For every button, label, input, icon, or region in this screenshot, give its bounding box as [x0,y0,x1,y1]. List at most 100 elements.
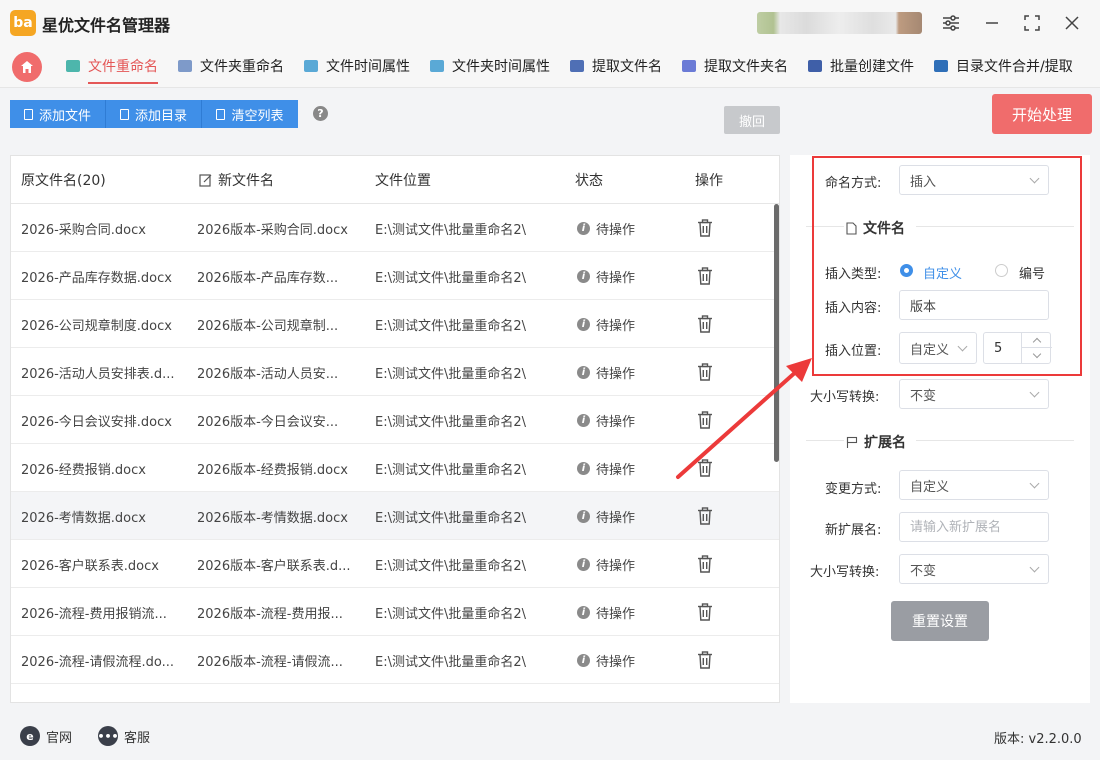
cell-action [697,396,713,444]
header-location: 文件位置 [375,173,431,189]
browser-icon: e [20,726,40,746]
change-method-select[interactable]: 自定义 [899,470,1049,500]
new-extension-input[interactable] [899,512,1049,542]
cell-new-name: 2026版本-产品库存数... [197,270,339,286]
cell-status: i 待操作 [577,300,635,348]
tab-folder-time[interactable]: 文件夹时间属性 [430,44,550,88]
change-method-label: 变更方式: [825,482,882,497]
naming-method-select[interactable]: 插入 [899,165,1049,195]
stepper-up-button[interactable] [1022,333,1052,348]
undo-button[interactable]: 撤回 [724,106,780,134]
divider [806,226,844,227]
trash-icon[interactable] [697,363,713,381]
cell-action [697,540,713,588]
settings-panel: 命名方式: 插入 文件名 插入类型: 自定义 编号 插入内容: 插入位置: 自定… [790,155,1090,703]
clear-list-button[interactable]: 清空列表 [202,100,298,128]
scrollbar-thumb[interactable] [774,204,779,462]
reset-settings-button[interactable]: 重置设置 [891,601,989,641]
table-row[interactable]: 2026-采购合同.docx 2026版本-采购合同.docx E:\测试文件\批量… [11,204,779,252]
tab-extract-foldername[interactable]: 提取文件夹名 [682,44,788,88]
merge-extract-icon [934,60,948,72]
info-icon: i [577,221,590,235]
case-convert-select[interactable]: 不变 [899,379,1049,409]
add-directory-button[interactable]: 添加目录 [106,100,202,128]
cell-action [697,492,713,540]
cell-original-name: 2026-流程-费用报销流... [21,606,167,622]
maximize-icon[interactable] [1019,10,1045,36]
cell-original-name: 2026-活动人员安排表.d... [21,366,175,382]
table-body: 2026-采购合同.docx 2026版本-采购合同.docx E:\测试文件\批量… [11,204,779,684]
info-icon: i [577,317,590,331]
cell-action [697,588,713,636]
trash-icon[interactable] [697,219,713,237]
insert-content-label: 插入内容: [825,301,882,316]
add-file-button[interactable]: 添加文件 [10,100,106,128]
radio-number[interactable] [995,264,1008,277]
user-avatar[interactable] [757,12,922,34]
table-row[interactable]: 2026-考情数据.docx 2026版本-考情数据.docx E:\测试文件\批量… [11,492,779,540]
trash-icon[interactable] [697,315,713,333]
trash-icon[interactable] [697,459,713,477]
cell-status: i 待操作 [577,252,635,300]
stepper-down-button[interactable] [1022,348,1052,363]
tab-merge-extract[interactable]: 目录文件合并/提取 [934,44,1073,88]
tab-folder-rename[interactable]: 文件夹重命名 [178,44,284,88]
trash-icon[interactable] [697,411,713,429]
trash-icon[interactable] [697,555,713,573]
trash-icon[interactable] [697,603,713,621]
table-row[interactable]: 2026-今日会议安排.docx 2026版本-今日会议安... E:\测试文件\批… [11,396,779,444]
info-icon: i [577,365,590,379]
tab-file-time[interactable]: 文件时间属性 [304,44,410,88]
header-new-name: 新文件名 [199,156,274,204]
settings-sliders-icon[interactable] [938,10,964,36]
trash-icon[interactable] [697,267,713,285]
radio-custom[interactable] [900,264,913,277]
cell-action [697,252,713,300]
table-row[interactable]: 2026-经费报销.docx 2026版本-经费报销.docx E:\测试文件\批量… [11,444,779,492]
cell-new-name: 2026版本-考情数据.docx [197,510,348,526]
table-row[interactable]: 2026-公司规章制度.docx 2026版本-公司规章制... E:\测试文件\批… [11,300,779,348]
chevron-down-icon [1029,478,1040,489]
cell-new-name: 2026版本-采购合同.docx [197,222,348,238]
cell-action [697,204,713,252]
cell-action [697,636,713,684]
insert-content-input[interactable] [899,290,1049,320]
chevron-down-icon [1029,387,1040,398]
table-scrollbar[interactable] [774,204,779,694]
tab-extract-filename[interactable]: 提取文件名 [570,44,662,88]
trash-icon[interactable] [697,507,713,525]
start-processing-button[interactable]: 开始处理 [992,94,1092,134]
insert-position-stepper[interactable]: 5 [983,332,1052,364]
website-link[interactable]: e 官网 [20,726,72,746]
trash-icon[interactable] [697,651,713,669]
new-extension-label: 新扩展名: [825,523,882,538]
table-header: 原文件名(20) 新文件名 文件位置 状态 操作 [11,156,779,204]
table-row[interactable]: 2026-客户联系表.docx 2026版本-客户联系表.d... E:\测试文件\… [11,540,779,588]
close-icon[interactable] [1059,10,1085,36]
file-table: 原文件名(20) 新文件名 文件位置 状态 操作 2026-采购合同.docx 2… [10,155,780,703]
cell-original-name: 2026-今日会议安排.docx [21,414,172,430]
tab-file-rename[interactable]: 文件重命名 [66,44,158,88]
table-row[interactable]: 2026-产品库存数据.docx 2026版本-产品库存数... E:\测试文件\批… [11,252,779,300]
insert-position-select[interactable]: 自定义 [899,332,977,364]
cell-location: E:\测试文件\批量重命名2\ [375,558,527,574]
table-row[interactable]: 2026-活动人员安排表.d... 2026版本-活动人员安... E:\测试文件\… [11,348,779,396]
cell-location: E:\测试文件\批量重命名2\ [375,222,527,238]
cell-location: E:\测试文件\批量重命名2\ [375,510,527,526]
home-button[interactable] [12,52,42,82]
table-row[interactable]: 2026-流程-费用报销流... 2026版本-流程-费用报... E:\测试文件\… [11,588,779,636]
chat-icon: ••• [97,726,119,746]
cell-location: E:\测试文件\批量重命名2\ [375,318,527,334]
help-icon[interactable]: ? [313,106,328,121]
tab-batch-create[interactable]: 批量创建文件 [808,44,914,88]
minimize-icon[interactable] [979,10,1005,36]
cell-location: E:\测试文件\批量重命名2\ [375,606,527,622]
cell-original-name: 2026-客户联系表.docx [21,558,159,574]
support-link[interactable]: ••• 客服 [97,726,150,746]
extension-section-title: 扩展名 [846,432,906,452]
document-icon [23,108,33,120]
document-icon [846,221,857,235]
table-row[interactable]: 2026-流程-请假流程.do... 2026版本-流程-请假流... E:\测试文… [11,636,779,684]
cell-status: i 待操作 [577,204,635,252]
extension-case-select[interactable]: 不变 [899,554,1049,584]
